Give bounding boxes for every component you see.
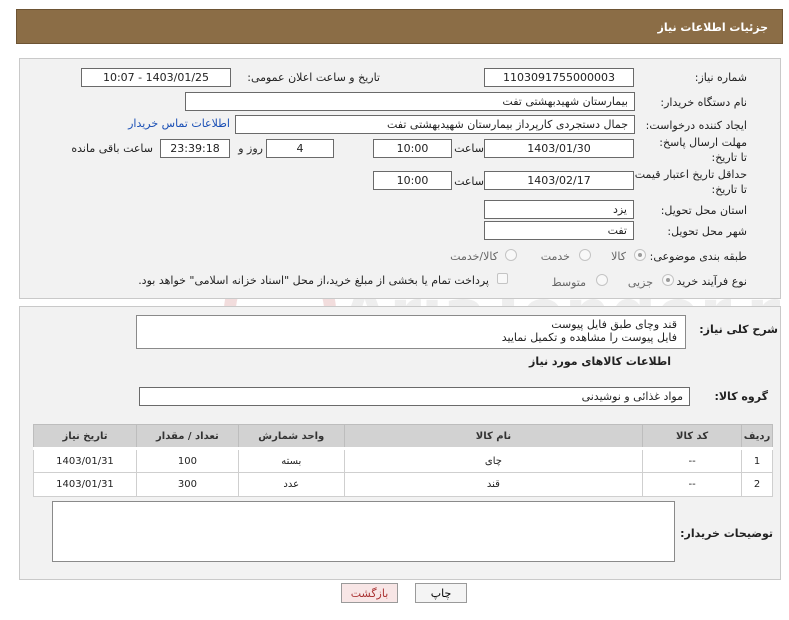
goods-table-header: ردیف کد کالا نام کالا واحد شمارش تعداد /…	[33, 424, 773, 450]
process-medium-radio[interactable]	[596, 274, 608, 286]
cell-unit: عدد	[237, 472, 345, 497]
goods-group-field: مواد غذائی و نوشیدنی	[139, 387, 690, 406]
cell-date: 1403/01/31	[33, 448, 137, 473]
cell-code: --	[642, 472, 743, 497]
reply-time-label: ساعت	[454, 142, 484, 155]
table-row: 1 -- چای بسته 100 1403/01/31	[33, 448, 773, 473]
col-quantity: تعداد / مقدار	[135, 424, 239, 450]
buyer-org-label: نام دستگاه خریدار:	[660, 96, 747, 109]
treasury-checkbox[interactable]	[497, 273, 508, 284]
cell-name: چای	[343, 448, 644, 473]
category-goods-service-label: کالا/خدمت	[450, 250, 498, 263]
goods-group-label: گروه کالا:	[714, 390, 768, 403]
requester-field: جمال دستجردی کارپرداز بیمارستان شهیدبهشت…	[235, 115, 635, 134]
category-goods-label: کالا	[611, 250, 626, 263]
cell-date: 1403/01/31	[33, 472, 137, 497]
requester-label: ایجاد کننده درخواست:	[645, 119, 747, 132]
process-minor-radio[interactable]	[662, 274, 674, 286]
category-label: طبقه بندی موضوعی:	[649, 250, 747, 263]
cell-row: 2	[741, 472, 773, 497]
buyer-notes-label: توضیحات خریدار:	[680, 527, 773, 540]
category-goods-service-radio[interactable]	[505, 249, 517, 261]
cell-row: 1	[741, 448, 773, 473]
price-validity-time: 10:00	[373, 171, 452, 190]
price-validity-date: 1403/02/17	[484, 171, 634, 190]
buyer-contact-link[interactable]: اطلاعات تماس خریدار	[128, 117, 230, 130]
reply-days-field: 4	[266, 139, 334, 158]
col-code: کد کالا	[642, 424, 743, 450]
buyer-notes-textarea[interactable]	[52, 501, 675, 562]
cell-quantity: 300	[135, 472, 239, 497]
print-button[interactable]: چاپ	[415, 583, 467, 603]
goods-info-title: اطلاعات کالاهای مورد نیاز	[529, 355, 671, 368]
province-field: یزد	[484, 200, 634, 219]
reply-deadline-label: مهلت ارسال پاسخ: تا تاریخ:	[659, 136, 747, 164]
process-medium-label: متوسط	[551, 276, 586, 289]
days-label: روز و	[238, 142, 263, 155]
page-header: جزئیات اطلاعات نیاز	[16, 9, 783, 44]
remaining-label: ساعت باقی مانده	[71, 142, 153, 155]
category-goods-radio[interactable]	[634, 249, 646, 261]
need-number-label: شماره نیاز:	[694, 71, 747, 84]
description-textarea[interactable]	[136, 315, 686, 349]
process-type-label: نوع فرآیند خرید :	[669, 275, 747, 288]
treasury-note: پرداخت تمام یا بخشی از مبلغ خرید،از محل …	[138, 274, 489, 287]
city-field: تفت	[484, 221, 634, 240]
reply-deadline-date: 1403/01/30	[484, 139, 634, 158]
cell-code: --	[642, 448, 743, 473]
buyer-org-field: بیمارستان شهیدبهشتی تفت	[185, 92, 635, 111]
col-row: ردیف	[741, 424, 773, 450]
back-button[interactable]: بازگشت	[341, 583, 398, 603]
page-title: جزئیات اطلاعات نیاز	[657, 21, 769, 34]
cell-name: قند	[343, 472, 644, 497]
description-label: شرح کلی نیاز:	[699, 323, 778, 336]
announce-datetime-field: 1403/01/25 - 10:07	[81, 68, 231, 87]
validity-time-label: ساعت	[454, 175, 484, 188]
category-service-radio[interactable]	[579, 249, 591, 261]
province-label: استان محل تحویل:	[660, 204, 747, 217]
process-minor-label: جزیی	[627, 276, 653, 289]
category-service-label: خدمت	[540, 250, 570, 263]
goods-table: ردیف کد کالا نام کالا واحد شمارش تعداد /…	[33, 424, 773, 497]
cell-quantity: 100	[135, 448, 239, 473]
price-validity-label: حداقل تاریخ اعتبار قیمت: تا تاریخ:	[631, 168, 747, 196]
col-name: نام کالا	[343, 424, 644, 450]
table-row: 2 -- قند عدد 300 1403/01/31	[33, 472, 773, 497]
cell-unit: بسته	[237, 448, 345, 473]
col-date: تاریخ نیاز	[33, 424, 137, 450]
remaining-time-field: 23:39:18	[160, 139, 230, 158]
city-label: شهر محل تحویل:	[667, 225, 747, 238]
col-unit: واحد شمارش	[237, 424, 345, 450]
need-number-field: 1103091755000003	[484, 68, 634, 87]
reply-deadline-time: 10:00	[373, 139, 452, 158]
announce-datetime-label: تاریخ و ساعت اعلان عمومی:	[247, 71, 380, 84]
